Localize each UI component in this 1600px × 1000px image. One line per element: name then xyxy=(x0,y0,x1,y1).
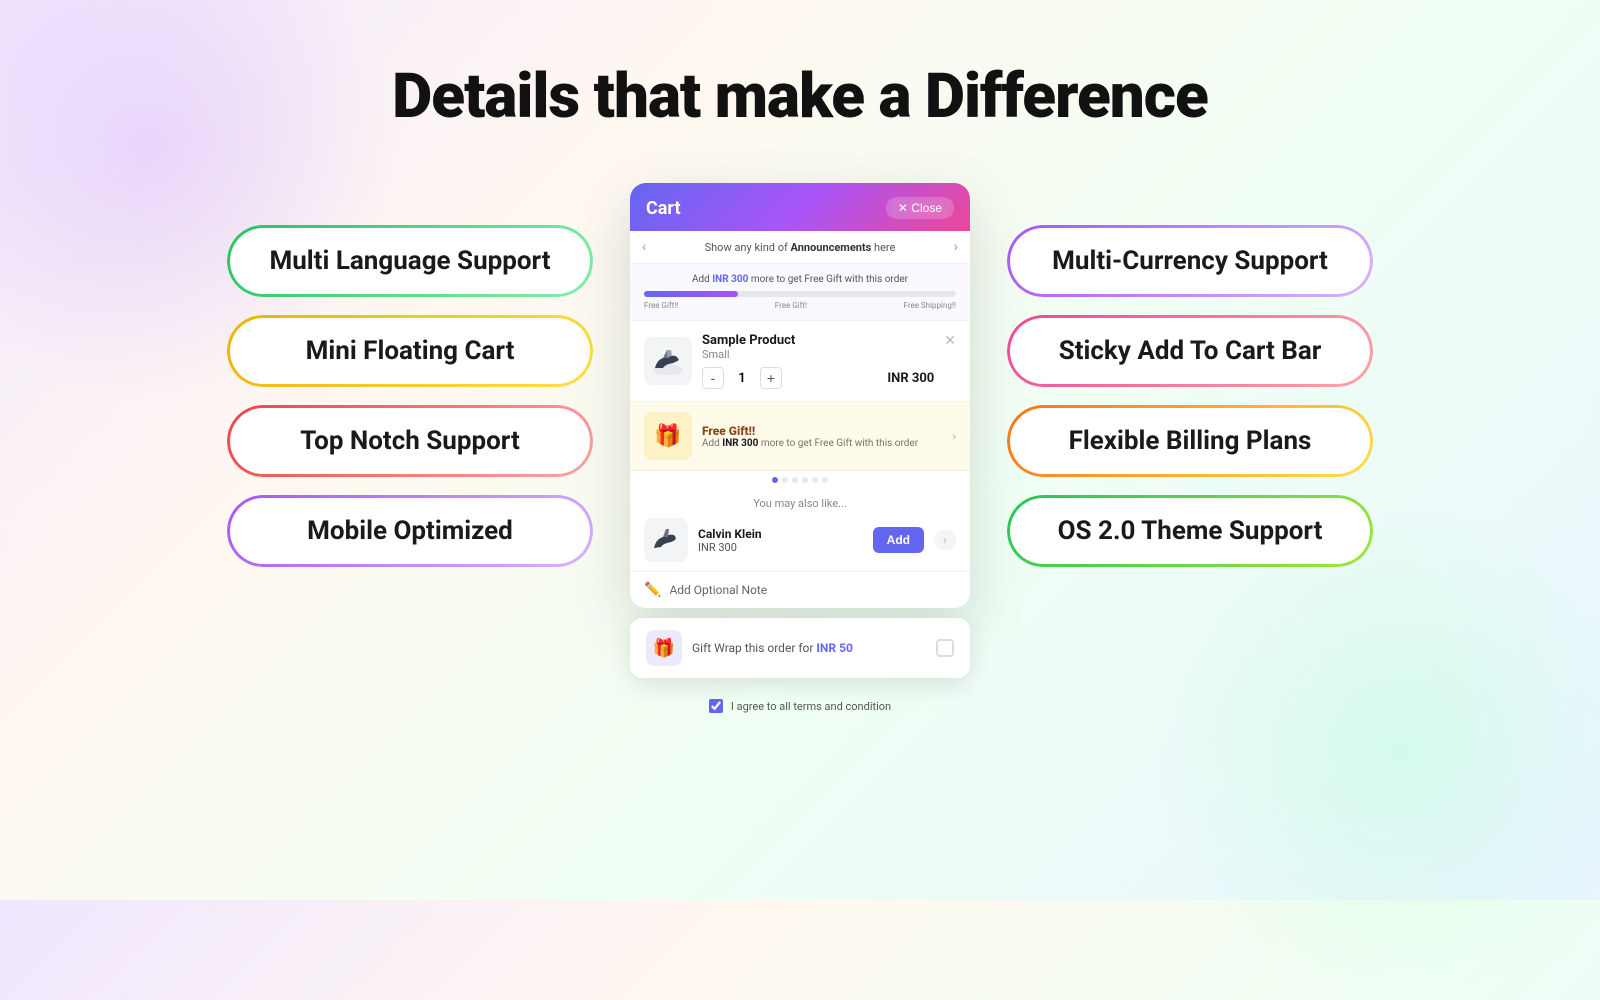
main-content: Multi Language Support Mini Floating Car… xyxy=(0,183,1600,608)
gift-arrow-button[interactable]: › xyxy=(952,429,956,443)
carousel-dots xyxy=(630,471,970,489)
upsell-add-button[interactable]: Add xyxy=(873,527,924,553)
upsell-heading: You may also like... xyxy=(644,497,956,510)
progress-label: Add INR 300 more to get Free Gift with t… xyxy=(644,274,956,285)
gift-wrap-icon: 🎁 xyxy=(646,630,682,666)
dot-4 xyxy=(802,477,808,483)
upsell-product-info: Calvin Klein INR 300 xyxy=(698,527,863,554)
gift-image: 🎁 xyxy=(644,412,692,460)
feature-pill-multi-language: Multi Language Support xyxy=(230,228,590,294)
feature-pill-os-theme-support: OS 2.0 Theme Support xyxy=(1010,498,1370,564)
feature-pill-mini-floating-cart: Mini Floating Cart xyxy=(230,318,590,384)
dot-3 xyxy=(792,477,798,483)
quantity-increase[interactable]: + xyxy=(760,367,782,389)
gift-info: Free Gift!! Add INR 300 more to get Free… xyxy=(702,424,942,449)
gift-desc: Add INR 300 more to get Free Gift with t… xyxy=(702,438,942,449)
terms-checkbox[interactable] xyxy=(709,699,723,713)
feature-pill-mobile-optimized: Mobile Optimized xyxy=(230,498,590,564)
page-title: Details that make a Difference xyxy=(392,60,1208,133)
feature-pill-flexible-billing: Flexible Billing Plans xyxy=(1010,408,1370,474)
upsell-product-name: Calvin Klein xyxy=(698,527,863,541)
announcement-bar: ‹ Show any kind of Announcements here › xyxy=(630,231,970,264)
features-right: Multi-Currency Support Sticky Add To Car… xyxy=(1010,228,1600,564)
cart-item: Sample Product Small - 1 + INR 300 ✕ xyxy=(630,321,970,402)
gift-title: Free Gift!! xyxy=(702,424,942,438)
gift-wrap-text: Gift Wrap this order for INR 50 xyxy=(692,641,926,655)
milestone-2: Free Gift! xyxy=(775,301,807,310)
quantity-controls: - 1 + INR 300 xyxy=(702,367,934,389)
feature-pill-multi-currency: Multi-Currency Support xyxy=(1010,228,1370,294)
remove-item-button[interactable]: ✕ xyxy=(944,333,956,349)
free-gift-section: 🎁 Free Gift!! Add INR 300 more to get Fr… xyxy=(630,402,970,471)
quantity-value: 1 xyxy=(732,371,752,386)
features-left: Multi Language Support Mini Floating Car… xyxy=(0,228,590,564)
announcement-next-arrow[interactable]: › xyxy=(954,239,958,255)
announcement-text: Show any kind of Announcements here xyxy=(654,241,946,254)
progress-bar xyxy=(644,291,956,297)
cart-mockup-wrapper: Cart ✕ Close ‹ Show any kind of Announce… xyxy=(630,183,970,608)
progress-section: Add INR 300 more to get Free Gift with t… xyxy=(630,264,970,321)
upsell-image xyxy=(644,518,688,562)
product-price: INR 300 xyxy=(887,371,934,386)
dot-2 xyxy=(782,477,788,483)
progress-labels: Free Gift!! Free Gift! Free Shipping!! xyxy=(644,301,956,310)
progress-bar-fill xyxy=(644,291,738,297)
add-note-label[interactable]: Add Optional Note xyxy=(669,583,767,597)
upsell-item: Calvin Klein INR 300 Add › xyxy=(644,518,956,562)
dot-1 xyxy=(772,477,778,483)
upsell-product-price: INR 300 xyxy=(698,541,863,554)
add-note-section: ✏️ Add Optional Note xyxy=(630,571,970,608)
upsell-section: You may also like... Calvin Klein INR 30… xyxy=(630,489,970,571)
upsell-arrow-button[interactable]: › xyxy=(934,529,956,551)
product-name: Sample Product xyxy=(702,333,934,348)
gift-wrap-checkbox[interactable] xyxy=(936,639,954,657)
milestone-1: Free Gift!! xyxy=(644,301,678,310)
close-button[interactable]: ✕ Close xyxy=(886,197,954,219)
terms-row: I agree to all terms and condition xyxy=(630,699,970,713)
dot-6 xyxy=(822,477,828,483)
dot-5 xyxy=(812,477,818,483)
product-info: Sample Product Small - 1 + INR 300 xyxy=(702,333,934,389)
milestone-3: Free Shipping!! xyxy=(904,301,957,310)
quantity-decrease[interactable]: - xyxy=(702,367,724,389)
feature-pill-sticky-add-to-cart: Sticky Add To Cart Bar xyxy=(1010,318,1370,384)
terms-label: I agree to all terms and condition xyxy=(731,700,891,713)
note-icon: ✏️ xyxy=(644,582,661,598)
cart-mockup: Cart ✕ Close ‹ Show any kind of Announce… xyxy=(630,183,970,608)
cart-title: Cart xyxy=(646,198,681,219)
product-variant: Small xyxy=(702,348,934,361)
feature-pill-top-notch-support: Top Notch Support xyxy=(230,408,590,474)
gift-wrap-section: 🎁 Gift Wrap this order for INR 50 xyxy=(630,618,970,678)
cart-header: Cart ✕ Close xyxy=(630,183,970,231)
product-image xyxy=(644,337,692,385)
announcement-prev-arrow[interactable]: ‹ xyxy=(642,239,646,255)
